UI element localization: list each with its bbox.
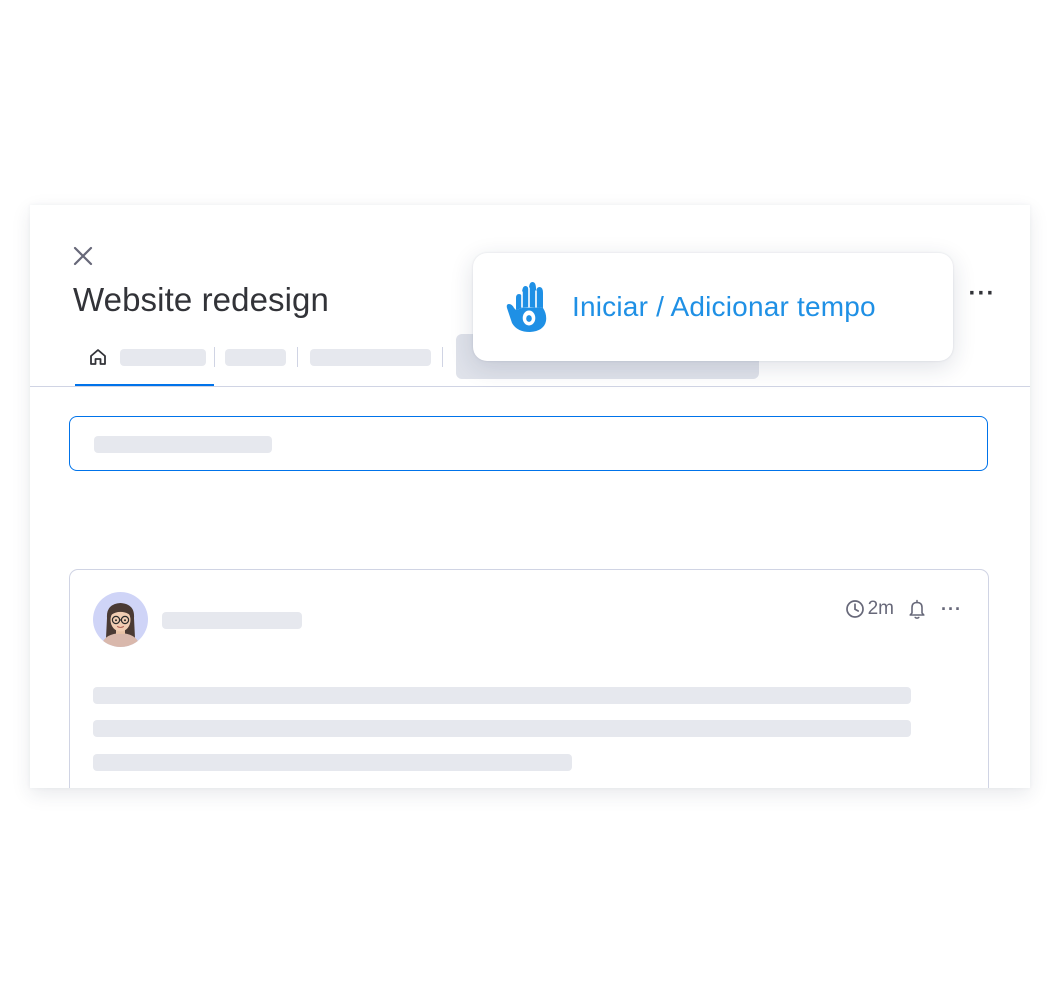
tab-placeholder[interactable] <box>225 349 286 366</box>
bell-icon <box>909 599 925 619</box>
update-card: 2m ··· <box>69 569 989 788</box>
hand-icon <box>506 282 547 332</box>
close-icon <box>73 246 93 266</box>
bell-button[interactable] <box>907 598 927 620</box>
text-line-placeholder <box>93 687 911 704</box>
close-button[interactable] <box>72 245 94 267</box>
input-placeholder <box>94 436 272 453</box>
tab-placeholder[interactable] <box>310 349 431 366</box>
tab-separator <box>214 347 215 367</box>
header-divider <box>30 386 1030 387</box>
author-name-placeholder <box>162 612 302 629</box>
avatar-memoji-icon <box>101 603 140 647</box>
update-meta: 2m ··· <box>845 596 962 622</box>
text-line-placeholder <box>93 720 911 737</box>
start-time-tracking-button[interactable]: Iniciar / Adicionar tempo <box>473 253 953 361</box>
tab-home[interactable] <box>75 330 214 387</box>
tab-separator <box>442 347 443 367</box>
more-options-button[interactable]: ··· <box>966 281 998 307</box>
popup-label: Iniciar / Adicionar tempo <box>572 291 876 322</box>
clock-icon <box>845 600 864 618</box>
tab-separator <box>297 347 298 367</box>
avatar[interactable] <box>93 592 148 647</box>
timestamp[interactable]: 2m <box>845 598 894 620</box>
timestamp-text: 2m <box>867 598 895 619</box>
update-more-button[interactable]: ··· <box>941 600 962 618</box>
tab-label-placeholder <box>120 349 206 366</box>
home-icon <box>90 349 106 365</box>
page-title: Website redesign <box>73 281 329 318</box>
text-line-placeholder <box>93 754 572 771</box>
write-update-input[interactable] <box>69 416 988 471</box>
